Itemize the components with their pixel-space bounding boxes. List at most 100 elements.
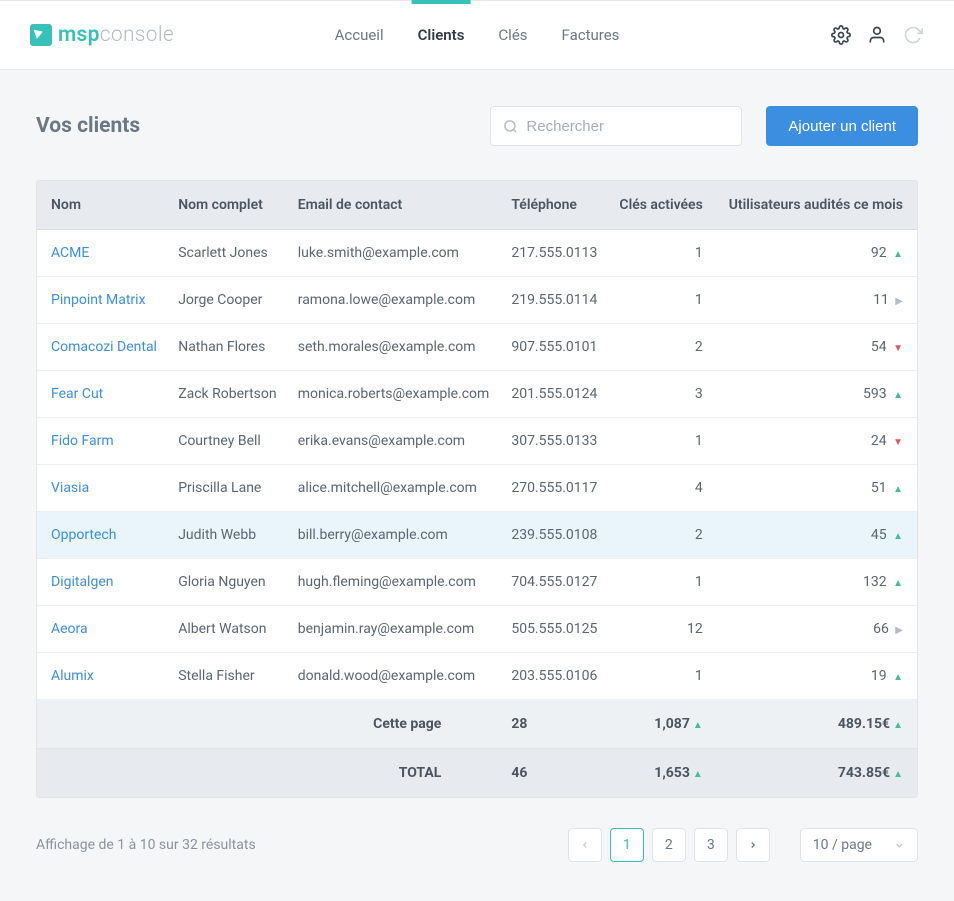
client-link[interactable]: Fear Cut bbox=[51, 386, 103, 402]
cell-full-name: Albert Watson bbox=[168, 606, 288, 653]
footer-total-label: TOTAL bbox=[37, 749, 501, 798]
client-link[interactable]: Comacozi Dental bbox=[51, 339, 157, 355]
client-link[interactable]: Aeora bbox=[51, 621, 88, 637]
cell-full-name: Scarlett Jones bbox=[168, 230, 288, 277]
cell-email: benjamin.ray@example.com bbox=[288, 606, 502, 653]
cell-email: seth.morales@example.com bbox=[288, 324, 502, 371]
cell-keys: 1 bbox=[608, 559, 716, 606]
cell-audits: 11 ▶ bbox=[717, 277, 917, 324]
trend-down-icon: ▼ bbox=[893, 437, 903, 448]
page-next-button[interactable] bbox=[736, 828, 770, 862]
trend-up-icon: ▲ bbox=[893, 390, 903, 401]
table-row[interactable]: ACME Scarlett Jonesluke.smith@example.com… bbox=[37, 230, 917, 277]
footer-total-row: TOTAL 46 1,653▲ 743.85€▲ bbox=[37, 749, 917, 798]
client-link[interactable]: Digitalgen bbox=[51, 574, 113, 590]
col-keys[interactable]: Clés activées bbox=[608, 181, 716, 230]
nav-item-clients[interactable]: Clients bbox=[418, 1, 465, 69]
trend-up-icon: ▲ bbox=[893, 720, 903, 731]
cell-keys: 1 bbox=[608, 418, 716, 465]
cell-audits: 51 ▲ bbox=[717, 465, 917, 512]
trend-up-icon: ▲ bbox=[693, 720, 703, 731]
table-row[interactable]: Pinpoint MatrixJorge Cooperramona.lowe@e… bbox=[37, 277, 917, 324]
client-link[interactable]: ACME bbox=[51, 245, 89, 261]
client-link[interactable]: Alumix bbox=[51, 668, 94, 684]
col-name[interactable]: Nom bbox=[37, 181, 168, 230]
cell-full-name: Zack Robertson bbox=[168, 371, 288, 418]
refresh-button[interactable] bbox=[902, 24, 924, 46]
trend-up-icon: ▲ bbox=[893, 672, 903, 683]
cell-full-name: Stella Fisher bbox=[168, 653, 288, 700]
page-size-label: 10 / page bbox=[813, 837, 872, 853]
page-button-1[interactable]: 1 bbox=[610, 828, 644, 862]
cell-full-name: Priscilla Lane bbox=[168, 465, 288, 512]
col-audits[interactable]: Utilisateurs audités ce mois bbox=[717, 181, 917, 230]
cell-audits: 132 ▲ bbox=[717, 559, 917, 606]
page-button-2[interactable]: 2 bbox=[652, 828, 686, 862]
search-box[interactable] bbox=[490, 106, 742, 146]
cell-phone: 505.555.0125 bbox=[501, 606, 608, 653]
cell-phone: 201.555.0124 bbox=[501, 371, 608, 418]
cell-email: bill.berry@example.com bbox=[288, 512, 502, 559]
nav-item-accueil[interactable]: Accueil bbox=[335, 1, 384, 69]
col-email[interactable]: Email de contact bbox=[288, 181, 502, 230]
footer-page-audits: 1,087▲ bbox=[608, 700, 716, 749]
cell-audits: 19 ▲ bbox=[717, 653, 917, 700]
table-row[interactable]: OpportechJudith Webbbill.berry@example.c… bbox=[37, 512, 917, 559]
table-row[interactable]: Comacozi Dental Nathan Floresseth.morales… bbox=[37, 324, 917, 371]
page-prev-button[interactable] bbox=[568, 828, 602, 862]
trend-flat-icon: ▶ bbox=[895, 296, 903, 307]
cell-keys: 2 bbox=[608, 324, 716, 371]
cell-phone: 270.555.0117 bbox=[501, 465, 608, 512]
page-button-3[interactable]: 3 bbox=[694, 828, 728, 862]
add-client-button[interactable]: Ajouter un client bbox=[766, 106, 918, 146]
trend-up-icon: ▲ bbox=[893, 249, 903, 260]
trend-up-icon: ▲ bbox=[893, 484, 903, 495]
page-size-select[interactable]: 10 / page bbox=[800, 828, 918, 862]
cell-phone: 239.555.0108 bbox=[501, 512, 608, 559]
settings-button[interactable] bbox=[830, 24, 852, 46]
pagination-info: Affichage de 1 à 10 sur 32 résultats bbox=[36, 837, 256, 853]
col-full-name[interactable]: Nom complet bbox=[168, 181, 288, 230]
brand-text: mspconsole bbox=[58, 23, 174, 47]
cell-email: monica.roberts@example.com bbox=[288, 371, 502, 418]
client-link[interactable]: Viasia bbox=[51, 480, 89, 496]
table-row[interactable]: Fido FarmCourtney Bellerika.evans@exampl… bbox=[37, 418, 917, 465]
footer-total-keys: 46 bbox=[501, 749, 608, 798]
trend-up-icon: ▲ bbox=[893, 578, 903, 589]
table-row[interactable]: ViasiaPriscilla Lanealice.mitchell@examp… bbox=[37, 465, 917, 512]
search-icon bbox=[503, 119, 518, 134]
trend-flat-icon: ▶ bbox=[895, 625, 903, 636]
search-input[interactable] bbox=[526, 118, 729, 135]
cell-email: luke.smith@example.com bbox=[288, 230, 502, 277]
cell-full-name: Courtney Bell bbox=[168, 418, 288, 465]
cell-phone: 217.555.0113 bbox=[501, 230, 608, 277]
footer-total-amount: 743.85€▲ bbox=[717, 749, 917, 798]
cell-keys: 4 bbox=[608, 465, 716, 512]
cell-keys: 1 bbox=[608, 230, 716, 277]
footer-total-audits: 1,653▲ bbox=[608, 749, 716, 798]
cell-keys: 1 bbox=[608, 653, 716, 700]
cell-keys: 1 bbox=[608, 277, 716, 324]
client-link[interactable]: Opportech bbox=[51, 527, 116, 543]
main-nav: Accueil Clients Clés Factures bbox=[335, 1, 620, 69]
user-icon bbox=[867, 25, 887, 45]
gear-icon bbox=[831, 25, 851, 45]
logo-mark-icon bbox=[30, 24, 52, 46]
footer-page-label: Cette page bbox=[37, 700, 501, 749]
cell-audits: 24 ▼ bbox=[717, 418, 917, 465]
table-row[interactable]: Aeora Albert Watsonbenjamin.ray@example.c… bbox=[37, 606, 917, 653]
table-row[interactable]: AlumixStella Fisherdonald.wood@example.c… bbox=[37, 653, 917, 700]
client-link[interactable]: Pinpoint Matrix bbox=[51, 292, 146, 308]
client-link[interactable]: Fido Farm bbox=[51, 433, 114, 449]
brand-logo[interactable]: mspconsole bbox=[30, 23, 174, 47]
nav-item-factures[interactable]: Factures bbox=[562, 1, 620, 69]
chevron-left-icon bbox=[580, 840, 590, 850]
cell-full-name: Nathan Flores bbox=[168, 324, 288, 371]
account-button[interactable] bbox=[866, 24, 888, 46]
cell-audits: 54 ▼ bbox=[717, 324, 917, 371]
table-row[interactable]: DigitalgenGloria Nguyenhugh.fleming@exam… bbox=[37, 559, 917, 606]
table-row[interactable]: Fear Cut Zack Robertsonmonica.roberts@exa… bbox=[37, 371, 917, 418]
chevron-down-icon bbox=[894, 840, 905, 851]
col-phone[interactable]: Téléphone bbox=[501, 181, 608, 230]
nav-item-clés[interactable]: Clés bbox=[498, 1, 527, 69]
